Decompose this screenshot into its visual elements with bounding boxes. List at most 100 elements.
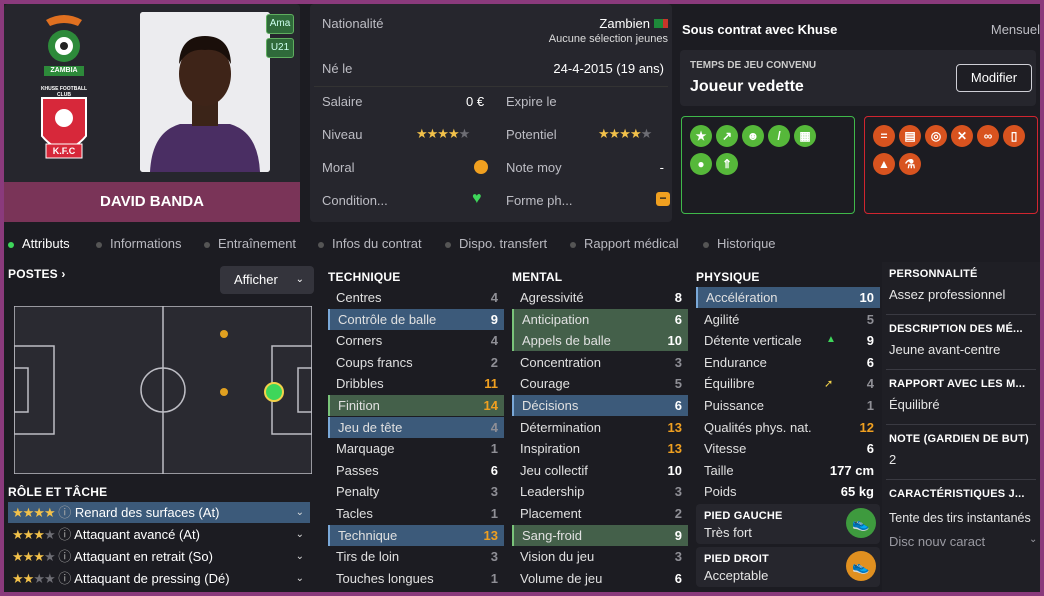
star-icon[interactable]: ★ [690, 125, 712, 147]
attribute-value: 11 [484, 376, 498, 392]
attribute-value: 8 [674, 290, 682, 305]
attribute-row[interactable]: Agilité 5 [696, 309, 880, 330]
attribute-row[interactable]: Leadership 3 [512, 481, 688, 502]
boot-icon[interactable]: / [768, 125, 790, 147]
attribute-name: Dribbles [336, 376, 384, 392]
modify-button[interactable]: Modifier [956, 64, 1032, 92]
attribute-row[interactable]: Inspiration 13 [512, 438, 688, 459]
attribute-value: 9 [866, 333, 874, 349]
document-icon[interactable]: ▯ [1003, 125, 1025, 147]
u21-badge: U21 [266, 38, 294, 58]
attribute-row[interactable]: Volume de jeu 6 [512, 568, 688, 589]
attribute-row[interactable]: Finition 14 [328, 395, 504, 416]
target-icon[interactable]: ◎ [925, 125, 947, 147]
attribute-name: Volume de jeu [520, 570, 603, 586]
attribute-value: 9 [490, 311, 498, 327]
attribute-row[interactable]: Détermination 13 [512, 417, 688, 438]
attribute-row[interactable]: Centres 4 [328, 287, 504, 308]
contract-panel: Sous contrat avec Khuse Mensuel TEMPS DE… [680, 4, 1040, 222]
pitch-icon[interactable]: ▦ [794, 125, 816, 147]
attribute-row[interactable]: Courage 5 [512, 373, 688, 394]
attribute-row[interactable]: Vision du jeu 3 [512, 546, 688, 567]
attribute-row[interactable]: Vitesse 6 [696, 438, 880, 459]
clipboard-icon[interactable]: ▤ [899, 125, 921, 147]
attribute-row[interactable]: Tirs de loin 3 [328, 546, 504, 567]
attribute-row[interactable]: Poids 65 kg [696, 481, 880, 502]
attribute-row[interactable]: Jeu de tête 4 [328, 416, 504, 438]
attribute-row[interactable]: Accélération 10 [696, 287, 880, 308]
attribute-row[interactable]: Dribbles 11 [328, 373, 504, 394]
attribute-row[interactable]: Placement 2 [512, 503, 688, 524]
attribute-row[interactable]: Jeu collectif 10 [512, 460, 688, 481]
tab-entrainement[interactable]: Entraînement [204, 234, 296, 254]
player-photo [140, 12, 270, 172]
flask-icon[interactable]: ⚗ [899, 153, 921, 175]
tab-dispo-transfert[interactable]: Dispo. transfert [445, 234, 547, 254]
ball-icon[interactable]: ● [690, 153, 712, 175]
cone-icon[interactable]: ▲ [873, 153, 895, 175]
attribute-row[interactable]: Anticipation 6 [512, 308, 688, 330]
position-dot [220, 330, 228, 338]
tab-rapport-medical[interactable]: Rapport médical [570, 234, 679, 254]
attribute-row[interactable]: Tacles 1 [328, 503, 504, 524]
attribute-row[interactable]: Taille 177 cm [696, 460, 880, 481]
tab-infos-contrat[interactable]: Infos du contrat [318, 234, 422, 254]
attribute-row[interactable]: Sang-froid 9 [512, 524, 688, 546]
attribute-row[interactable]: Concentration 3 [512, 352, 688, 373]
attribute-row[interactable]: Appels de balle 10 [512, 330, 688, 352]
attribute-row[interactable]: Touches longues 1 [328, 568, 504, 589]
right-foot-card: PIED DROIT Acceptable 👟 [696, 547, 880, 587]
attribute-name: Sang-froid [522, 527, 582, 543]
attribute-row[interactable]: Passes 6 [328, 460, 504, 481]
arrows-up-icon[interactable]: ⇑ [716, 153, 738, 175]
head-icon[interactable]: ☻ [742, 125, 764, 147]
attribute-row[interactable]: Penalty 3 [328, 481, 504, 502]
role-row[interactable]: ★★★★ ⓘ Attaquant de pressing (Dé) ⌄ [8, 568, 310, 589]
attribute-row[interactable]: Détente verticale 9 [696, 330, 880, 351]
attribute-name: Équilibre [704, 376, 755, 392]
attribute-value: 1 [490, 441, 498, 457]
nationality-label: Nationalité [322, 16, 384, 31]
attribute-row[interactable]: Endurance 6 [696, 352, 880, 373]
role-row[interactable]: ★★★★ ⓘ Renard des surfaces (At) ⌄ [8, 502, 310, 523]
attribute-row[interactable]: Contrôle de balle 9 [328, 308, 504, 330]
attribute-name: Placement [520, 506, 582, 521]
add-trait-select[interactable]: Disc nouv caract ⌄ [889, 534, 1037, 549]
potential-stars: ★★★★★ [598, 126, 652, 141]
attribute-name: Détente verticale [704, 333, 802, 349]
role-row[interactable]: ★★★★ ⓘ Attaquant en retrait (So) ⌄ [8, 546, 310, 567]
attribute-value: 4 [490, 419, 498, 435]
attribute-row[interactable]: Coups francs 2 [328, 352, 504, 373]
attribute-row[interactable]: Puissance 1 [696, 395, 880, 416]
attribute-value: 5 [674, 376, 682, 392]
tab-attributs[interactable]: Attributs [8, 234, 70, 254]
attribute-value: 3 [674, 484, 682, 500]
salary-label: Salaire [322, 94, 363, 109]
roles-title: RÔLE ET TÂCHE [8, 485, 108, 499]
attribute-row[interactable]: Technique 13 [328, 524, 504, 546]
player-info-panel: Nationalité Zambien Aucune sélection jeu… [310, 4, 672, 222]
attribute-name: Contrôle de balle [338, 311, 437, 327]
attribute-row[interactable]: Qualités phys. nat. 12 [696, 417, 880, 438]
attribute-name: Agilité [704, 311, 740, 327]
show-button[interactable]: Afficher ⌄ [220, 266, 314, 294]
morale-label: Moral [322, 160, 355, 175]
description-label: DESCRIPTION DES MÉ... [889, 323, 1023, 335]
attribute-row[interactable]: Agressivité 8 [512, 287, 688, 308]
attribute-row[interactable]: Marquage 1 [328, 438, 504, 459]
attribute-row[interactable]: Corners 4 [328, 330, 504, 351]
attribute-row[interactable]: Équilibre 4 [696, 373, 880, 394]
positions-title[interactable]: POSTES › [8, 267, 66, 281]
tab-informations[interactable]: Informations [96, 234, 182, 254]
attribute-name: Vitesse [704, 441, 747, 457]
handshake-icon[interactable]: ∞ [977, 125, 999, 147]
tab-historique[interactable]: Historique [703, 234, 776, 254]
injury-icon[interactable]: ✕ [951, 125, 973, 147]
dumbbell-icon[interactable]: = [873, 125, 895, 147]
role-row[interactable]: ★★★★ ⓘ Attaquant avancé (At) ⌄ [8, 524, 310, 545]
side-panel: PERSONNALITÉ Assez professionnel DESCRIP… [882, 262, 1040, 592]
attribute-name: Penalty [336, 484, 380, 500]
attribute-name: Qualités phys. nat. [704, 419, 812, 435]
attribute-row[interactable]: Décisions 6 [512, 395, 688, 416]
trend-up-icon[interactable]: ↗ [716, 125, 738, 147]
